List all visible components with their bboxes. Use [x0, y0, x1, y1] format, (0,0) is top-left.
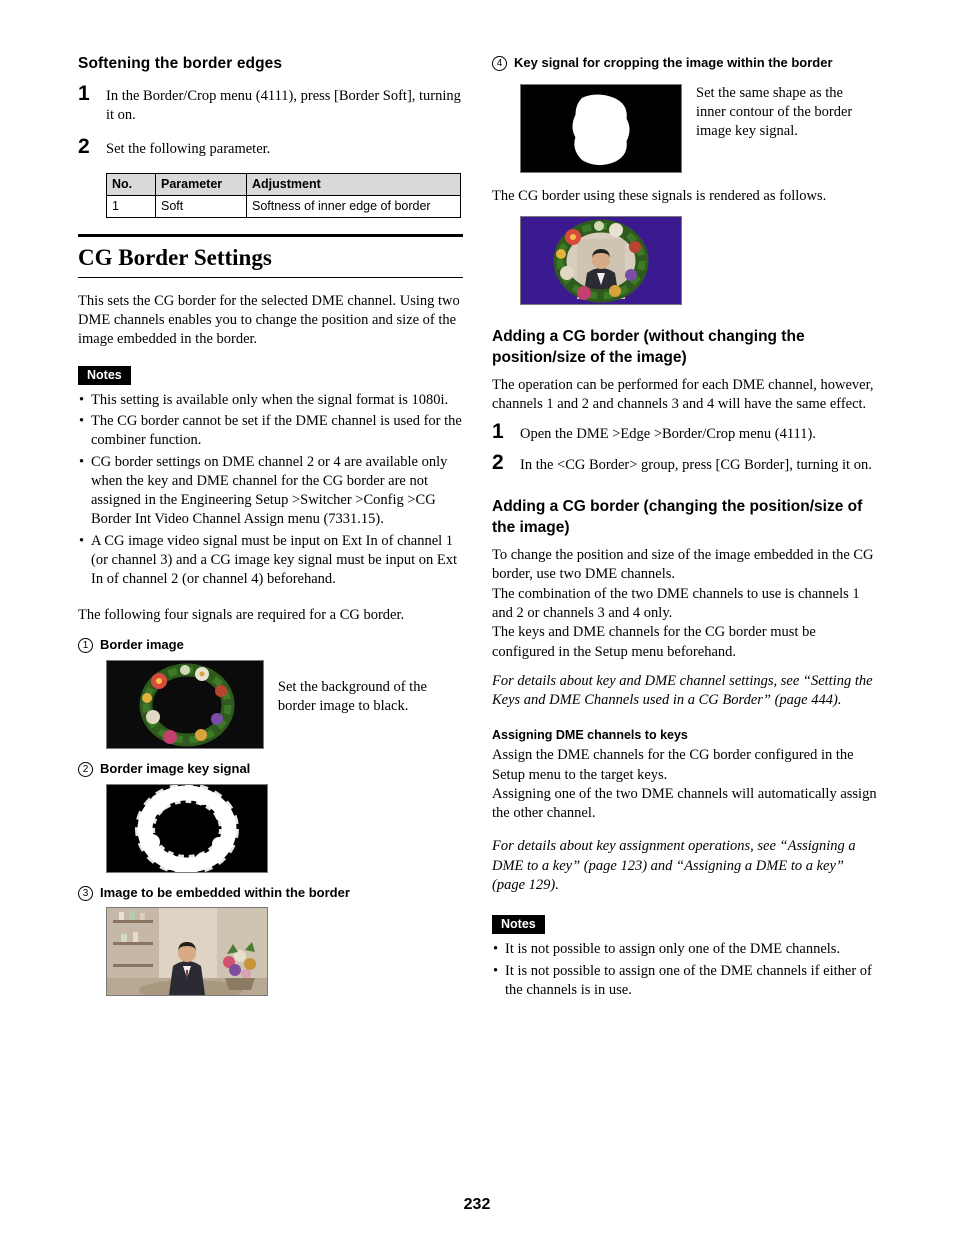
- adding-changing-text: To change the position and size of the i…: [492, 547, 874, 660]
- assigning-heading: Assigning DME channels to keys: [492, 728, 688, 743]
- adding-changing-heading: Adding a CG border (changing the positio…: [492, 498, 863, 536]
- circled-item-3: 3 Image to be embedded within the border: [78, 885, 463, 902]
- adding-without-heading: Adding a CG border (without changing the…: [492, 328, 805, 366]
- figure-row-embedded-image: [106, 907, 463, 997]
- circled-number-icon: 2: [78, 761, 93, 777]
- assigning-text: Assign the DME channels for the CG borde…: [492, 747, 877, 822]
- step-number: 1: [492, 419, 504, 443]
- step-text: In the Border/Crop menu (4111), press [B…: [106, 88, 461, 124]
- table-row: 1 Soft Softness of inner edge of border: [106, 194, 461, 218]
- step-text: Open the DME >Edge >Border/Crop menu (41…: [520, 425, 816, 442]
- cg-border-result-figure: [520, 216, 682, 306]
- right-column: 4 Key signal for cropping the image with…: [492, 55, 877, 1010]
- figure-row-border-key: [106, 783, 463, 873]
- circled-item-1: 1 Border image: [78, 637, 463, 654]
- step-1: 1 In the Border/Crop menu (4111), press …: [78, 82, 463, 126]
- list-item: A CG image video signal must be input on…: [78, 532, 463, 590]
- adding-without-text: The operation can be performed for each …: [492, 377, 874, 413]
- embedded-image-illustration: [107, 908, 267, 996]
- circled-number-icon: 1: [78, 637, 93, 653]
- list-item: This setting is available only when the …: [78, 391, 463, 411]
- circled-item-title: Key signal for cropping the image within…: [514, 55, 833, 70]
- step-number: 2: [78, 134, 90, 158]
- notes-badge: Notes: [78, 365, 131, 385]
- softening-heading: Softening the border edges: [78, 55, 283, 72]
- cell-adjustment: Softness of inner edge of border: [246, 194, 461, 218]
- reference-note-2: For details about key assignment operati…: [492, 838, 856, 894]
- circled-item-4: 4 Key signal for cropping the image with…: [492, 55, 877, 72]
- crop-key-figure: [520, 83, 682, 173]
- step-number: 1: [78, 82, 90, 105]
- border-key-illustration: [107, 784, 267, 872]
- render-description: The CG border using these signals is ren…: [492, 187, 827, 204]
- step-text: In the <CG Border> group, press [CG Bord…: [520, 456, 872, 473]
- step-2-right: 2 In the <CG Border> group, press [CG Bo…: [492, 451, 877, 475]
- column-header-no: No.: [106, 172, 156, 196]
- border-image-illustration: [107, 660, 263, 748]
- figure-row-crop-key: Set the same shape as the inner contour …: [492, 83, 877, 173]
- list-item: The CG border cannot be set if the DME c…: [78, 412, 463, 451]
- cell-no: 1: [106, 194, 156, 218]
- notes-list: This setting is available only when the …: [78, 391, 463, 590]
- circled-item-title: Image to be embedded within the border: [100, 884, 350, 900]
- circled-item-title: Border image key signal: [100, 760, 251, 776]
- chapter-intro: This sets the CG border for the selected…: [78, 292, 460, 348]
- parameter-table: No. Parameter Adjustment 1 Soft Softness…: [106, 172, 461, 218]
- chapter-title: CG Border Settings: [78, 244, 272, 270]
- circled-item-title: Border image: [100, 636, 184, 652]
- figure-caption: Set the same shape as the inner contour …: [696, 84, 853, 140]
- step-number: 2: [492, 450, 504, 474]
- step-2: 2 Set the following parameter.: [78, 135, 463, 159]
- crop-key-illustration: [521, 84, 681, 172]
- embedded-image-figure: [106, 907, 268, 997]
- figure-caption: Set the background of the border image t…: [277, 678, 427, 714]
- column-header-parameter: Parameter: [155, 172, 247, 196]
- cell-parameter: Soft: [155, 194, 247, 218]
- border-image-figure: [106, 659, 264, 749]
- reference-note-1: For details about key and DME channel se…: [492, 672, 873, 709]
- section-divider-thick: [78, 233, 463, 237]
- list-item: CG border settings on DME channel 2 or 4…: [78, 453, 463, 530]
- notes-list-right: It is not possible to assign only one of…: [492, 940, 877, 1000]
- list-item: It is not possible to assign only one of…: [492, 940, 877, 960]
- signals-intro: The following four signals are required …: [78, 606, 405, 623]
- table-header-row: No. Parameter Adjustment: [106, 172, 461, 196]
- list-item: It is not possible to assign one of the …: [492, 962, 877, 1001]
- circled-item-2: 2 Border image key signal: [78, 761, 463, 778]
- cg-border-result-illustration: [521, 217, 681, 305]
- circled-number-icon: 3: [78, 885, 93, 901]
- circled-number-icon: 4: [492, 56, 507, 71]
- document-page: Softening the border edges 1 In the Bord…: [0, 0, 954, 1244]
- notes-badge-right: Notes: [492, 915, 545, 935]
- step-text: Set the following parameter.: [106, 140, 271, 157]
- section-divider-thin: [78, 276, 463, 278]
- left-column: Softening the border edges 1 In the Bord…: [78, 55, 463, 1000]
- figure-row-border-image: Set the background of the border image t…: [106, 659, 463, 749]
- border-key-figure: [106, 783, 268, 873]
- page-number: 232: [463, 1196, 491, 1213]
- column-header-adjustment: Adjustment: [246, 172, 461, 196]
- step-1-right: 1 Open the DME >Edge >Border/Crop menu (…: [492, 420, 877, 444]
